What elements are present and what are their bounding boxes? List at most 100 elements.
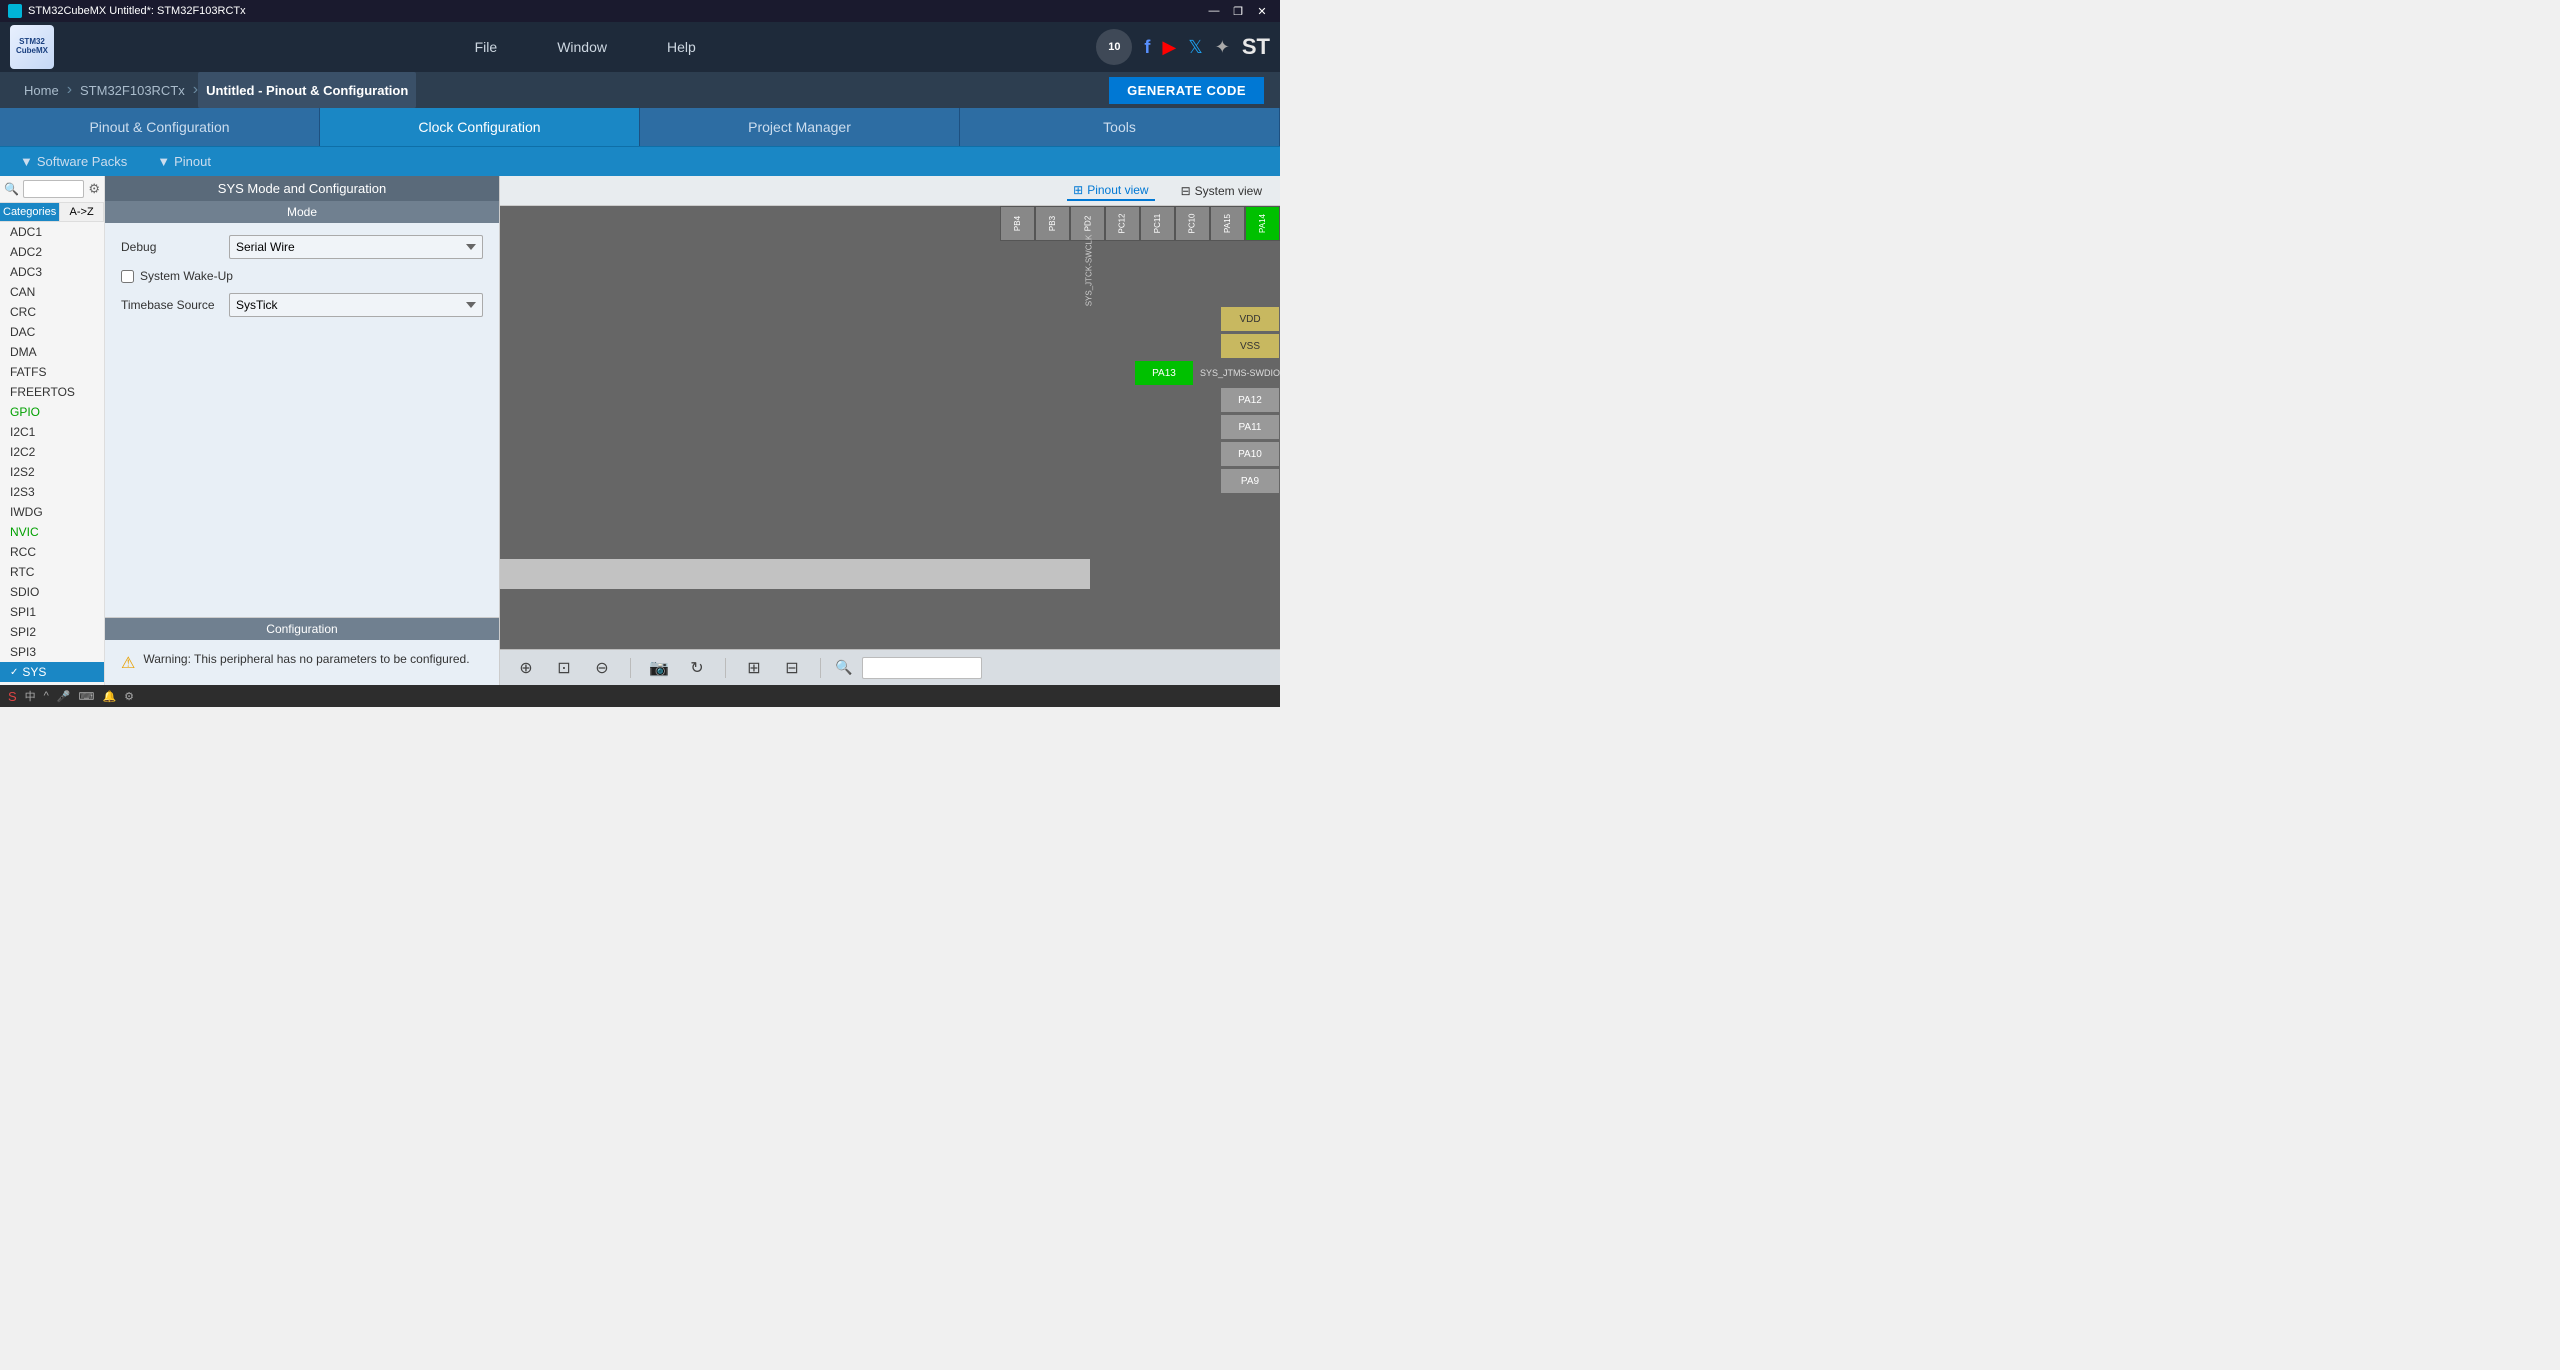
toolbar-search-input[interactable] bbox=[862, 657, 982, 679]
sidebar-tab-categories[interactable]: Categories bbox=[0, 203, 60, 221]
breadcrumb: Home › STM32F103RCTx › Untitled - Pinout… bbox=[0, 72, 1280, 108]
sidebar-item-i2s2[interactable]: I2S2 bbox=[0, 462, 104, 482]
sidebar-item-i2c1[interactable]: I2C1 bbox=[0, 422, 104, 442]
subtab-sw[interactable]: ▼ Software Packs bbox=[20, 154, 127, 169]
ic-pin-vdd: VDD bbox=[1134, 306, 1280, 332]
ic-right-pins: VDD VSS PA13 SYS_JTMS-SWDIO PA12 PA11 bbox=[1134, 306, 1280, 495]
tab-pinout[interactable]: Pinout & Configuration bbox=[0, 108, 320, 146]
tab-clock[interactable]: Clock Configuration bbox=[320, 108, 640, 146]
sidebar-item-sdio[interactable]: SDIO bbox=[0, 582, 104, 602]
pin-vdd-box[interactable]: VDD bbox=[1220, 306, 1280, 332]
status-s-icon: S bbox=[8, 689, 17, 704]
fit-view-button[interactable]: ⊡ bbox=[550, 654, 578, 682]
st-icon[interactable]: ST bbox=[1242, 34, 1270, 60]
pin-pb3[interactable]: PB3 bbox=[1035, 206, 1070, 241]
tab-project[interactable]: Project Manager bbox=[640, 108, 960, 146]
network-icon[interactable]: ✦ bbox=[1215, 37, 1230, 58]
rotate-button[interactable]: ↻ bbox=[683, 654, 711, 682]
menu-help[interactable]: Help bbox=[637, 25, 726, 69]
timebase-row: Timebase Source SysTick bbox=[121, 293, 483, 317]
pin-pb4[interactable]: PB4 bbox=[1000, 206, 1035, 241]
sidebar-item-tim1[interactable]: TIM1 bbox=[0, 682, 104, 685]
search-input[interactable] bbox=[23, 180, 84, 198]
grid-button[interactable]: ⊞ bbox=[740, 654, 768, 682]
warning-area: ⚠ Warning: This peripheral has no parame… bbox=[105, 640, 499, 685]
sidebar-item-rtc[interactable]: RTC bbox=[0, 562, 104, 582]
sidebar-item-dma[interactable]: DMA bbox=[0, 342, 104, 362]
sidebar-item-freertos[interactable]: FREERTOS bbox=[0, 382, 104, 402]
app-icon bbox=[8, 4, 22, 18]
sidebar-item-adc1[interactable]: ADC1 bbox=[0, 222, 104, 242]
subtab-pinout-label: Pinout bbox=[174, 154, 211, 169]
pin-pc12[interactable]: PC12 bbox=[1105, 206, 1140, 241]
menu-file[interactable]: File bbox=[445, 25, 528, 69]
search-icon-toolbar: 🔍 bbox=[835, 659, 852, 676]
debug-select[interactable]: Serial Wire bbox=[229, 235, 483, 259]
screenshot-button[interactable]: 📷 bbox=[645, 654, 673, 682]
titlebar-left: STM32CubeMX Untitled*: STM32F103RCTx bbox=[8, 4, 246, 18]
gear-icon[interactable]: ⚙ bbox=[88, 181, 100, 197]
system-wakeup-label: System Wake-Up bbox=[140, 269, 233, 283]
warning-icon: ⚠ bbox=[121, 653, 135, 673]
system-wakeup-checkbox[interactable] bbox=[121, 270, 134, 283]
sidebar-item-nvic[interactable]: NVIC bbox=[0, 522, 104, 542]
anniversary-icon[interactable]: 10 bbox=[1096, 29, 1132, 65]
sidebar-item-adc3[interactable]: ADC3 bbox=[0, 262, 104, 282]
pin-vss-box[interactable]: VSS bbox=[1220, 333, 1280, 359]
titlebar-controls[interactable]: — ❐ ✕ bbox=[1204, 4, 1272, 18]
view-tab-system[interactable]: ⊟ System view bbox=[1175, 182, 1268, 200]
bc-mcu[interactable]: STM32F103RCTx bbox=[72, 83, 193, 98]
zoom-in-button[interactable]: ⊕ bbox=[512, 654, 540, 682]
config-panel: SYS Mode and Configuration Mode Debug Se… bbox=[105, 176, 500, 685]
restore-button[interactable]: ❐ bbox=[1228, 4, 1248, 18]
pin-pa15[interactable]: PA15 bbox=[1210, 206, 1245, 241]
timebase-label: Timebase Source bbox=[121, 298, 221, 312]
sidebar-tab-az[interactable]: A->Z bbox=[60, 203, 104, 221]
pin-pa14[interactable]: PA14 bbox=[1245, 206, 1280, 241]
sidebar-item-fatfs[interactable]: FATFS bbox=[0, 362, 104, 382]
config-section: Configuration ⚠ Warning: This peripheral… bbox=[105, 617, 499, 685]
pin-pa13-box[interactable]: PA13 bbox=[1134, 360, 1194, 386]
sidebar-item-can[interactable]: CAN bbox=[0, 282, 104, 302]
sidebar-item-rcc[interactable]: RCC bbox=[0, 542, 104, 562]
youtube-icon[interactable]: ▶ bbox=[1162, 37, 1176, 58]
subtab-pinout[interactable]: ▼ Pinout bbox=[157, 154, 211, 169]
sidebar-item-spi3[interactable]: SPI3 bbox=[0, 642, 104, 662]
pin-pa12-box[interactable]: PA12 bbox=[1220, 387, 1280, 413]
subtab-sw-label: Software Packs bbox=[37, 154, 127, 169]
sidebar-item-spi1[interactable]: SPI1 bbox=[0, 602, 104, 622]
sidebar-item-iwdg[interactable]: IWDG bbox=[0, 502, 104, 522]
pin-pa10-box[interactable]: PA10 bbox=[1220, 441, 1280, 467]
generate-code-button[interactable]: GENERATE CODE bbox=[1109, 77, 1264, 104]
pin-pc10[interactable]: PC10 bbox=[1175, 206, 1210, 241]
menu-window[interactable]: Window bbox=[527, 25, 637, 69]
chip-body-hint bbox=[500, 559, 1090, 589]
tab-tools[interactable]: Tools bbox=[960, 108, 1280, 146]
sidebar-item-i2s3[interactable]: I2S3 bbox=[0, 482, 104, 502]
pin-pc11[interactable]: PC11 bbox=[1140, 206, 1175, 241]
ic-pin-pa12: PA12 bbox=[1134, 387, 1280, 413]
layout-button[interactable]: ⊟ bbox=[778, 654, 806, 682]
bc-home[interactable]: Home bbox=[16, 83, 67, 98]
facebook-icon[interactable]: f bbox=[1144, 37, 1150, 58]
pin-pa11-box[interactable]: PA11 bbox=[1220, 414, 1280, 440]
sidebar-item-crc[interactable]: CRC bbox=[0, 302, 104, 322]
pin-pa13-signal: SYS_JTMS-SWDIO bbox=[1200, 368, 1280, 378]
ic-pin-vss: VSS bbox=[1134, 333, 1280, 359]
menu-items: File Window Help bbox=[74, 25, 1096, 69]
sidebar-item-spi2[interactable]: SPI2 bbox=[0, 622, 104, 642]
sidebar-item-dac[interactable]: DAC bbox=[0, 322, 104, 342]
debug-row: Debug Serial Wire bbox=[121, 235, 483, 259]
sidebar-item-sys[interactable]: ✓ SYS bbox=[0, 662, 104, 682]
zoom-out-button[interactable]: ⊖ bbox=[588, 654, 616, 682]
warning-text: Warning: This peripheral has no paramete… bbox=[143, 652, 469, 666]
sidebar-item-gpio[interactable]: GPIO bbox=[0, 402, 104, 422]
close-button[interactable]: ✕ bbox=[1252, 4, 1272, 18]
timebase-select[interactable]: SysTick bbox=[229, 293, 483, 317]
pin-pa9-box[interactable]: PA9 bbox=[1220, 468, 1280, 494]
minimize-button[interactable]: — bbox=[1204, 4, 1224, 18]
sidebar-item-adc2[interactable]: ADC2 bbox=[0, 242, 104, 262]
twitter-icon[interactable]: 𝕏 bbox=[1188, 37, 1203, 58]
sidebar-item-i2c2[interactable]: I2C2 bbox=[0, 442, 104, 462]
view-tab-pinout[interactable]: ⊞ Pinout view bbox=[1067, 181, 1154, 201]
